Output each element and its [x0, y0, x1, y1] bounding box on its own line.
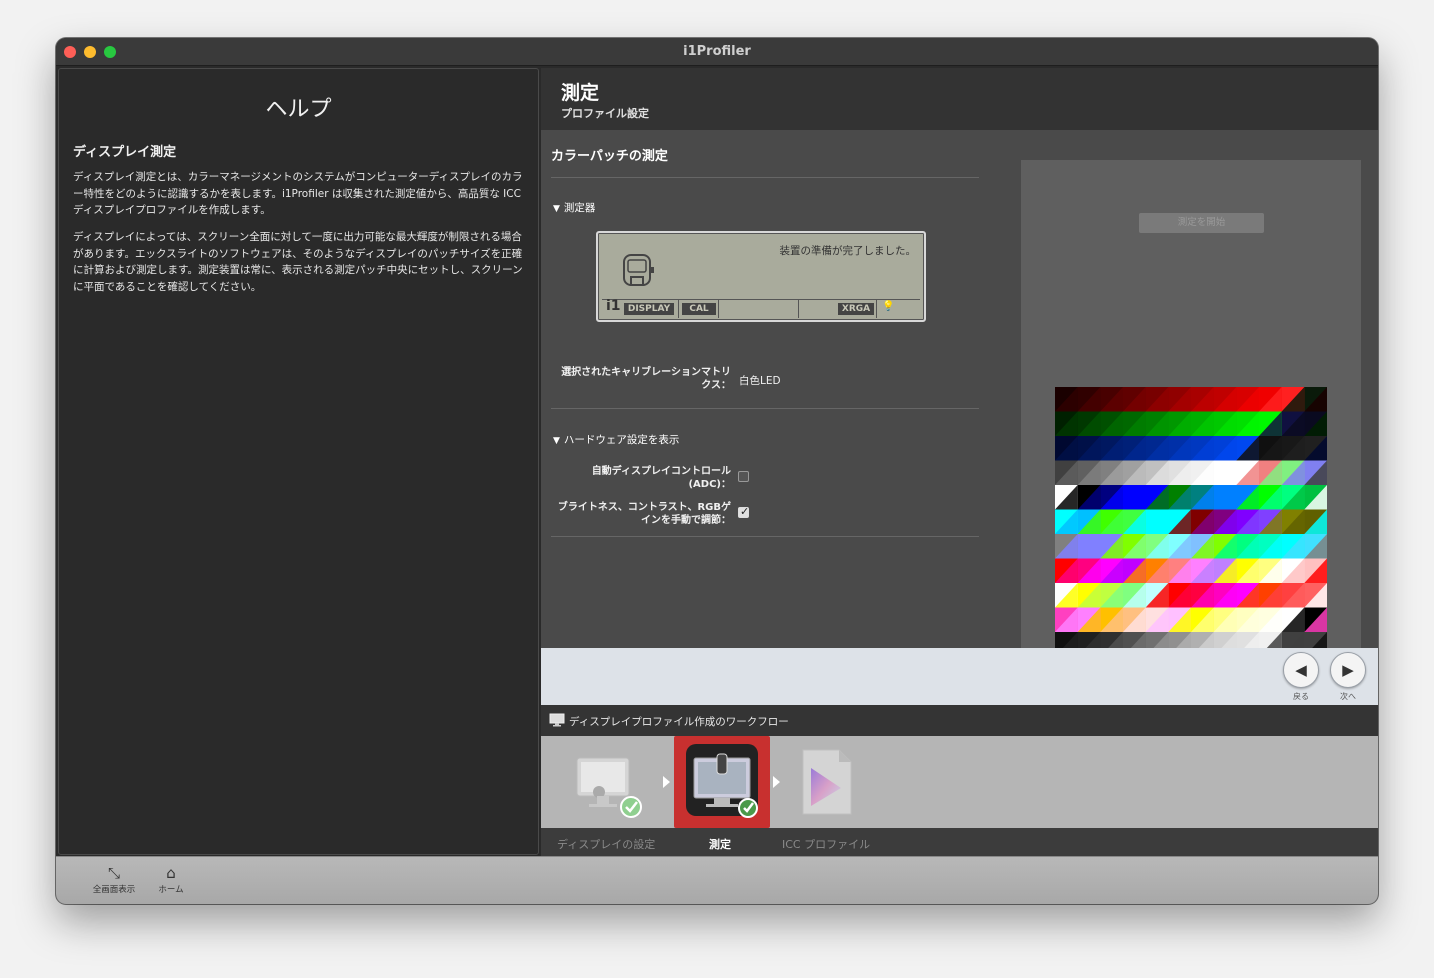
home-icon: ⌂: [166, 864, 176, 882]
hardware-settings-disclosure[interactable]: ▼ ハードウェア設定を表示: [553, 432, 679, 447]
icc-profile-icon: [802, 749, 852, 815]
workflow-title: ディスプレイプロファイル作成のワークフロー: [569, 716, 789, 728]
back-arrow-icon: ◀: [1295, 661, 1307, 679]
display-settings-icon: [576, 757, 642, 818]
workflow-steps: [541, 736, 1378, 828]
device-disclosure-label: 測定器: [563, 202, 596, 214]
lcd-status-bar: i1 DISPLAY CAL XRGA 💡: [602, 298, 920, 318]
measure-step-icon: [686, 744, 758, 818]
adc-label: 自動ディスプレイコントロール (ADC)：: [591, 466, 731, 490]
measure-content: カラーパッチの測定 ▼ 測定器 装置の準備が完了しました。 i1 DISPLAY …: [541, 130, 1378, 648]
step-arrow-icon: [663, 776, 670, 788]
calibration-matrix-value: 白色LED: [739, 375, 781, 387]
page-title: 測定: [561, 82, 600, 104]
device-status-message: 装置の準備が完了しました。: [779, 245, 917, 257]
patch-preview-pane: 測定を開始: [1021, 160, 1361, 648]
workflow-labels: ディスプレイの設定 測定 ICC プロファイル: [541, 828, 1378, 856]
window-title: i1Profiler: [683, 44, 751, 59]
back-label: 戻る: [1293, 692, 1309, 701]
page-header: 測定 プロファイル設定: [541, 68, 1378, 130]
back-button[interactable]: ◀: [1283, 652, 1319, 688]
lcd-display-badge: DISPLAY: [624, 303, 674, 315]
workflow-label-display-settings[interactable]: ディスプレイの設定: [557, 836, 655, 852]
instrument-icon: [623, 254, 654, 286]
device-disclosure[interactable]: ▼ 測定器: [553, 200, 595, 215]
help-section-title: ディスプレイ測定: [73, 145, 177, 160]
color-patch-grid: [1055, 387, 1327, 648]
next-arrow-icon: ▶: [1342, 661, 1354, 679]
workflow-header: ディスプレイプロファイル作成のワークフロー: [541, 705, 1378, 736]
next-button[interactable]: ▶: [1330, 652, 1366, 688]
adc-checkbox[interactable]: [738, 471, 749, 482]
hardware-settings-label: ハードウェア設定を表示: [563, 434, 680, 446]
divider: [551, 536, 979, 537]
disclosure-triangle-icon: ▼: [553, 436, 560, 446]
home-button[interactable]: ⌂ ホーム: [153, 863, 189, 895]
navigation-bar: ◀ 戻る ▶ 次へ: [541, 648, 1378, 705]
divider: [551, 408, 979, 409]
expand-icon: ⤡: [107, 864, 120, 882]
calibration-matrix-label: 選択されたキャリブレーションマトリ クス：: [561, 367, 731, 391]
help-paragraph-1: ディスプレイ測定とは、カラーマネージメントのシステムがコンピューターディスプレイ…: [73, 171, 523, 216]
device-lcd-display: 装置の準備が完了しました。 i1 DISPLAY CAL XRGA 💡: [596, 231, 926, 322]
bottom-toolbar: ⤡ 全画面表示 ⌂ ホーム: [56, 856, 1378, 904]
workflow-label-measure[interactable]: 測定: [709, 836, 731, 852]
fullscreen-label: 全画面表示: [92, 885, 136, 895]
help-panel: ヘルプ ディスプレイ測定 ディスプレイ測定とは、カラーマネージメントのシステムが…: [58, 68, 539, 855]
page-subtitle: プロファイル設定: [561, 107, 649, 120]
lcd-xrga-badge: XRGA: [838, 303, 874, 315]
app-window: i1Profiler ヘルプ ディスプレイ測定 ディスプレイ測定とは、カラーマネ…: [56, 38, 1378, 904]
disclosure-triangle-icon: ▼: [553, 204, 560, 214]
title-bar: i1Profiler: [56, 38, 1378, 66]
next-label: 次へ: [1340, 692, 1356, 701]
lcd-i1: i1: [606, 298, 621, 314]
manual-adjust-label: ブライトネス、コントラスト、RGBゲ インを手動で調節：: [557, 502, 731, 526]
help-paragraph-2: ディスプレイによっては、スクリーン全面に対して一度に出力可能な最大輝度が制限され…: [73, 231, 523, 293]
manual-adjust-checkbox[interactable]: [738, 505, 749, 518]
monitor-icon: [549, 713, 565, 727]
home-label: ホーム: [158, 885, 184, 895]
bulb-icon: 💡: [882, 301, 895, 312]
lcd-cal-badge: CAL: [682, 303, 716, 315]
fullscreen-button[interactable]: ⤡ 全画面表示: [86, 863, 142, 895]
workflow-step-measure[interactable]: [674, 736, 770, 828]
step-arrow-icon: [773, 776, 780, 788]
workflow-label-icc-profile[interactable]: ICC プロファイル: [782, 836, 870, 852]
divider: [551, 177, 979, 178]
help-heading: ヘルプ: [265, 97, 332, 122]
section-title: カラーパッチの測定: [551, 149, 668, 164]
start-measurement-button[interactable]: 測定を開始: [1139, 213, 1264, 233]
